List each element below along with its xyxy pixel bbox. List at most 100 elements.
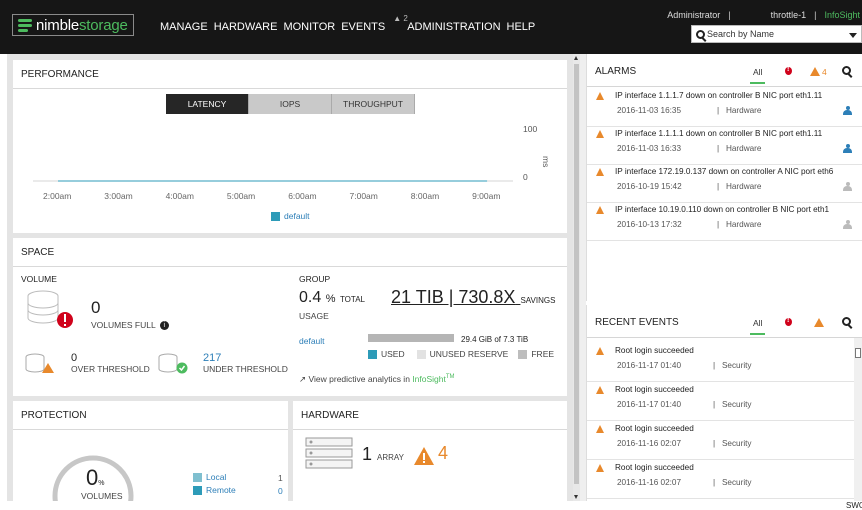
alarm-category-label: Hardware xyxy=(725,220,762,229)
scroll-down-icon[interactable] xyxy=(574,495,578,499)
capacity-savings[interactable]: 21 TIB | 730.8X SAVINGS xyxy=(391,287,555,308)
alarm-row[interactable]: IP interface 1.1.1.1 down on controller … xyxy=(587,125,862,165)
pool-name[interactable]: default xyxy=(299,336,325,346)
warning-icon xyxy=(596,347,604,355)
legend-swatch xyxy=(368,349,377,359)
array-summary[interactable]: 1 ARRAY xyxy=(362,444,404,465)
critical-filter-icon[interactable] xyxy=(785,66,792,75)
predictive-analytics-link[interactable]: ↗ View predictive analytics in InfoSight… xyxy=(299,374,455,385)
user-menu[interactable]: Administrator xyxy=(667,10,720,20)
assigned-user-icon[interactable] xyxy=(843,144,852,154)
legend-swatch xyxy=(271,211,280,221)
x-tick-label: 7:00am xyxy=(350,191,378,201)
warning-icon xyxy=(596,206,604,214)
under-threshold-label: UNDER THRESHOLD xyxy=(203,364,288,374)
alarm-row[interactable]: IP interface 172.19.0.137 down on contro… xyxy=(587,163,862,203)
y-axis-label: ms xyxy=(541,156,551,167)
divider xyxy=(587,337,862,338)
alarm-category: | Hardware xyxy=(717,182,762,191)
under-threshold-count[interactable]: 217 xyxy=(203,352,221,364)
main-scrollbar[interactable] xyxy=(573,54,580,501)
nav-hardware[interactable]: HARDWARE xyxy=(214,21,278,33)
nimble-storage-logo[interactable]: nimblestorage xyxy=(12,14,134,36)
footer-tag: SWC xyxy=(846,501,862,510)
warning-filter-icon[interactable] xyxy=(810,67,820,76)
divider xyxy=(293,429,567,430)
scroll-thumb[interactable] xyxy=(574,64,579,484)
info-icon[interactable]: i xyxy=(159,320,169,330)
event-message: Root login succeeded xyxy=(615,424,694,433)
alarm-category-label: Hardware xyxy=(725,106,762,115)
scroll-thumb[interactable] xyxy=(855,348,861,358)
alarm-row[interactable]: IP interface 10.19.0.110 down on control… xyxy=(587,201,862,241)
alarms-filter-all[interactable]: All xyxy=(749,67,767,84)
legend-remote[interactable]: Remote xyxy=(193,485,236,495)
database-ok-icon xyxy=(158,353,188,374)
divider xyxy=(13,88,567,89)
x-tick-label: 2:00am xyxy=(43,191,71,201)
over-threshold-label: OVER THRESHOLD xyxy=(71,364,150,374)
alarms-title: ALARMS xyxy=(595,66,637,77)
events-search-icon[interactable] xyxy=(842,317,851,326)
space-title: SPACE xyxy=(21,247,55,258)
nav-manage[interactable]: MANAGE xyxy=(160,21,208,33)
logo-suffix: storage xyxy=(79,16,128,34)
legend-local[interactable]: Local xyxy=(193,472,226,482)
pool-usage-bar xyxy=(368,334,454,342)
tab-throughput[interactable]: THROUGHPUT xyxy=(332,94,415,114)
event-row[interactable]: Root login succeeded 2016-11-16 02:07 | Se… xyxy=(587,459,854,499)
hardware-warning-count[interactable]: 4 xyxy=(438,443,448,464)
volumes-full-label: VOLUMES FULL xyxy=(91,320,156,330)
legend-swatch xyxy=(193,485,202,495)
alarm-category: | Hardware xyxy=(717,106,762,115)
critical-filter-icon[interactable] xyxy=(785,317,792,326)
x-tick-label: 8:00am xyxy=(411,191,439,201)
unassigned-user-icon[interactable] xyxy=(843,220,852,230)
x-tick-label: 6:00am xyxy=(288,191,316,201)
y-tick-label: 0 xyxy=(523,172,528,182)
chevron-down-icon[interactable] xyxy=(849,33,857,38)
savings-label: SAVINGS xyxy=(520,296,556,305)
event-row[interactable]: Root login succeeded 2016-11-16 02:07 | Se… xyxy=(587,420,854,460)
legend-remote-count: 0 xyxy=(278,486,283,496)
legend-local-count: 1 xyxy=(278,473,283,483)
analytics-prefix: View predictive analytics in xyxy=(308,374,413,384)
nav-help[interactable]: HELP xyxy=(507,21,536,33)
events-scrollbar[interactable] xyxy=(854,338,862,501)
search-box[interactable] xyxy=(691,25,862,43)
event-category: | Security xyxy=(713,400,752,409)
alarm-date: 2016-10-13 17:32 xyxy=(617,220,682,229)
chart-legend[interactable]: default xyxy=(271,211,310,221)
event-date: 2016-11-16 02:07 xyxy=(617,478,682,487)
system-name[interactable]: throttle-1 xyxy=(771,10,807,20)
assigned-user-icon[interactable] xyxy=(843,106,852,116)
alarm-message: IP interface 172.19.0.137 down on contro… xyxy=(615,167,834,176)
alarm-row[interactable]: IP interface 1.1.1.7 down on controller … xyxy=(587,87,862,127)
x-tick-label: 4:00am xyxy=(166,191,194,201)
nav-events[interactable]: EVENTS ▲ 2 xyxy=(341,14,408,33)
event-row[interactable]: Root login succeeded 2016-11-17 01:40 | Se… xyxy=(587,381,854,421)
x-tick-label: 3:00am xyxy=(104,191,132,201)
group-usage: 0.4 % TOTAL xyxy=(299,289,365,307)
legend-remote-label: Remote xyxy=(206,485,236,495)
infosight-link[interactable]: InfoSight xyxy=(824,10,860,20)
warning-filter-icon[interactable] xyxy=(814,318,824,327)
usage-percent: 0.4 xyxy=(299,289,322,306)
event-row[interactable]: Root login succeeded 2016-11-17 01:40 | Se… xyxy=(587,342,854,382)
alarm-category-label: Hardware xyxy=(725,182,762,191)
nav-monitor[interactable]: MONITOR xyxy=(283,21,335,33)
volumes-full-row: VOLUMES FULL i xyxy=(91,320,169,330)
scroll-up-icon[interactable] xyxy=(574,56,578,60)
events-filter-all[interactable]: All xyxy=(749,318,767,335)
protection-value: 0% xyxy=(86,465,104,491)
legend-free: FREE xyxy=(531,349,555,359)
alarm-category-label: Hardware xyxy=(725,144,762,153)
search-input[interactable] xyxy=(707,29,847,39)
alarm-message: IP interface 1.1.1.7 down on controller … xyxy=(615,91,823,100)
unassigned-user-icon[interactable] xyxy=(843,182,852,192)
alarms-search-icon[interactable] xyxy=(842,66,851,75)
nav-administration[interactable]: ADMINISTRATION xyxy=(407,21,500,33)
tab-latency[interactable]: LATENCY xyxy=(166,94,249,114)
tab-iops[interactable]: IOPS xyxy=(249,94,332,114)
volume-label: VOLUME xyxy=(21,274,57,284)
